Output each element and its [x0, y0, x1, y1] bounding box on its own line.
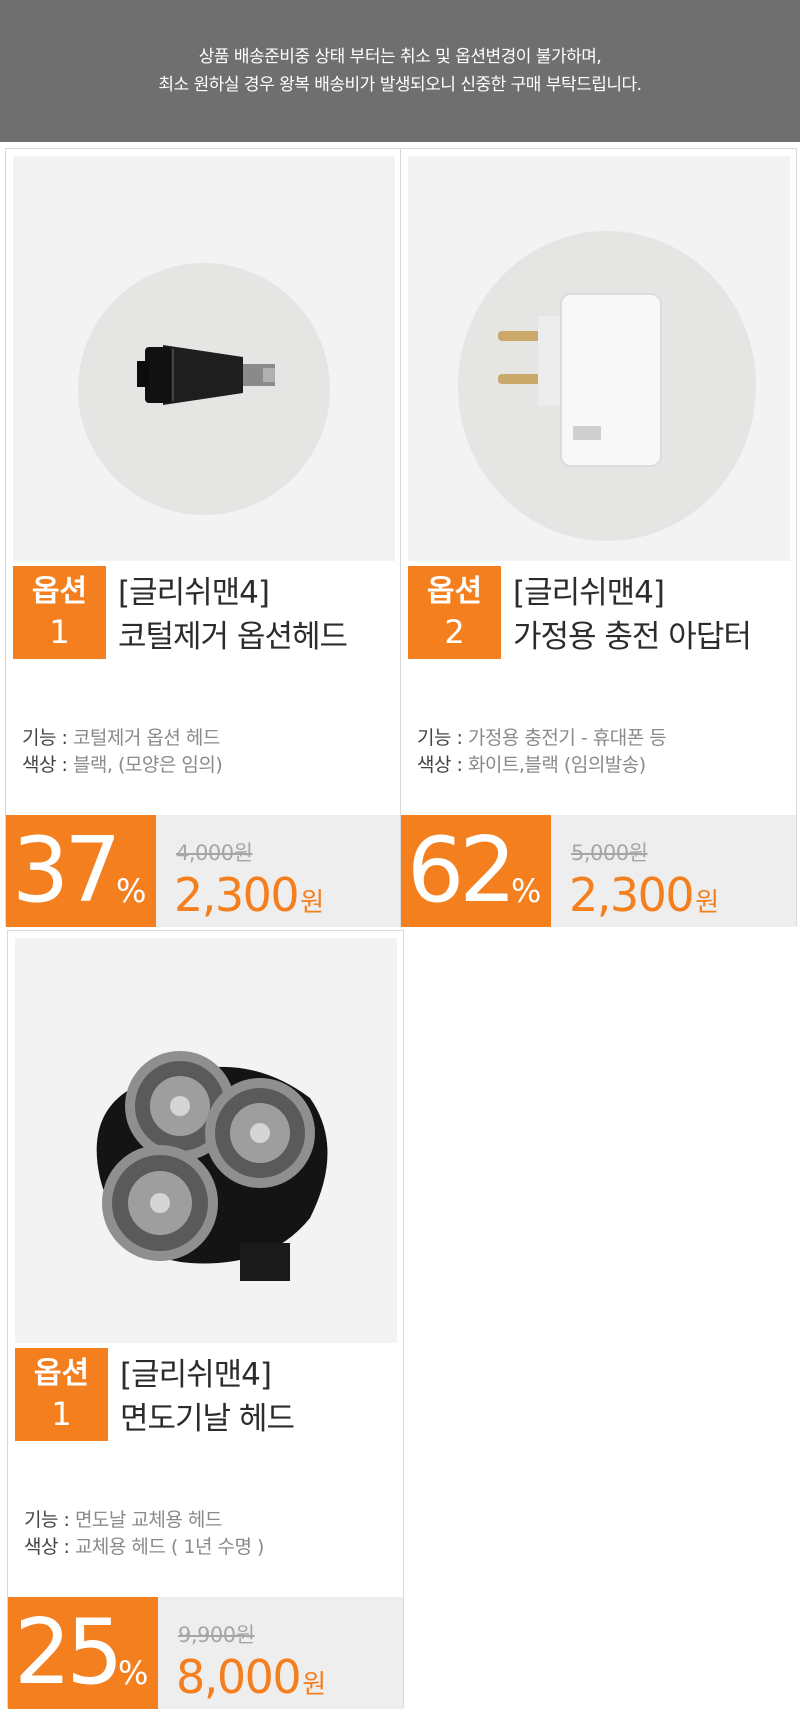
- spec-color-label: 색상 :: [22, 754, 73, 776]
- spec-function-label: 기능 :: [417, 727, 468, 749]
- original-price: 4,000원: [176, 841, 253, 865]
- spec-color-value: 블랙, (모양은 임의): [72, 754, 223, 776]
- notice-line-2: 최소 원하실 경우 왕복 배송비가 발생되오니 신중한 구매 부탁드립니다.: [158, 75, 642, 95]
- spec-color-value: 교체용 헤드 ( 1년 수명 ): [74, 1536, 264, 1558]
- notice-banner: 상품 배송준비중 상태 부터는 취소 및 옵션변경이 불가하며, 최소 원하실 …: [0, 0, 800, 142]
- product-name: 가정용 충전 아답터: [513, 619, 752, 655]
- product-name: 면도기날 헤드: [120, 1401, 295, 1437]
- option-label: 옵션: [33, 1356, 90, 1391]
- percent-sign: %: [511, 872, 542, 910]
- spec-function-value: 가정용 충전기 - 휴대폰 등: [467, 727, 667, 749]
- product-card-nose-trimmer[interactable]: 옵션 1 [글리쉬맨4] 코털제거 옵션헤드 기능 : 코털제거 옵션 헤드 색…: [5, 148, 402, 927]
- price-box: 5,000원 2,300원: [551, 815, 796, 927]
- product-specs: 기능 : 가정용 충전기 - 휴대폰 등 색상 : 화이트,블랙 (임의발송): [417, 725, 667, 779]
- percent-sign: %: [116, 872, 147, 910]
- option-number: 2: [444, 613, 465, 651]
- currency-unit: 원: [302, 1670, 326, 1700]
- nose-trimmer-head-image: [13, 156, 395, 561]
- option-number: 1: [49, 613, 70, 651]
- sale-price: 2,300: [174, 868, 300, 922]
- spec-color-label: 색상 :: [417, 754, 468, 776]
- original-price: 5,000원: [571, 841, 648, 865]
- sale-price-wrap: 2,300원: [174, 867, 324, 931]
- price-box: 4,000원 2,300원: [156, 815, 401, 927]
- sale-price: 8,000: [176, 1650, 302, 1704]
- option-number: 1: [51, 1395, 72, 1433]
- sale-price: 2,300: [569, 868, 695, 922]
- product-specs: 기능 : 면도날 교체용 헤드 색상 : 교체용 헤드 ( 1년 수명 ): [24, 1507, 264, 1561]
- option-badge: 옵션 1: [15, 1348, 108, 1441]
- product-specs: 기능 : 코털제거 옵션 헤드 색상 : 블랙, (모양은 임의): [22, 725, 223, 779]
- sale-price-wrap: 8,000원: [176, 1649, 326, 1713]
- discount-badge: 62 %: [401, 815, 551, 927]
- currency-unit: 원: [300, 888, 324, 918]
- notice-line-1: 상품 배송준비중 상태 부터는 취소 및 옵션변경이 불가하며,: [198, 47, 602, 67]
- spec-function-value: 면도날 교체용 헤드: [74, 1509, 222, 1531]
- option-label: 옵션: [426, 574, 483, 609]
- option-badge: 옵션 1: [13, 566, 106, 659]
- option-badge: 옵션 2: [408, 566, 501, 659]
- spec-color-label: 색상 :: [24, 1536, 75, 1558]
- discount-percent: 62: [407, 818, 517, 923]
- product-card-charging-adapter[interactable]: 옵션 2 [글리쉬맨4] 가정용 충전 아답터 기능 : 가정용 충전기 - 휴…: [400, 148, 797, 927]
- product-brand: [글리쉬맨4]: [120, 1357, 272, 1393]
- percent-sign: %: [118, 1654, 149, 1692]
- product-card-shaver-head[interactable]: 옵션 1 [글리쉬맨4] 면도기날 헤드 기능 : 면도날 교체용 헤드 색상 …: [7, 930, 404, 1709]
- product-title: [글리쉬맨4] 코털제거 옵션헤드: [118, 571, 348, 659]
- product-title: [글리쉬맨4] 가정용 충전 아답터: [513, 571, 752, 659]
- shaver-blade-head-image: [15, 938, 397, 1343]
- discount-badge: 37 %: [6, 815, 156, 927]
- spec-color-value: 화이트,블랙 (임의발송): [467, 754, 646, 776]
- product-title: [글리쉬맨4] 면도기날 헤드: [120, 1353, 295, 1441]
- product-brand: [글리쉬맨4]: [513, 575, 665, 611]
- spec-function-label: 기능 :: [22, 727, 73, 749]
- product-brand: [글리쉬맨4]: [118, 575, 270, 611]
- product-name: 코털제거 옵션헤드: [118, 619, 348, 655]
- price-box: 9,900원 8,000원: [158, 1597, 403, 1709]
- spec-function-label: 기능 :: [24, 1509, 75, 1531]
- currency-unit: 원: [695, 888, 719, 918]
- discount-percent: 25: [14, 1600, 124, 1705]
- spec-function-value: 코털제거 옵션 헤드: [72, 727, 220, 749]
- option-label: 옵션: [31, 574, 88, 609]
- discount-percent: 37: [12, 818, 122, 923]
- sale-price-wrap: 2,300원: [569, 867, 719, 931]
- original-price: 9,900원: [178, 1623, 255, 1647]
- discount-badge: 25 %: [8, 1597, 158, 1709]
- charging-adapter-image: [408, 156, 790, 561]
